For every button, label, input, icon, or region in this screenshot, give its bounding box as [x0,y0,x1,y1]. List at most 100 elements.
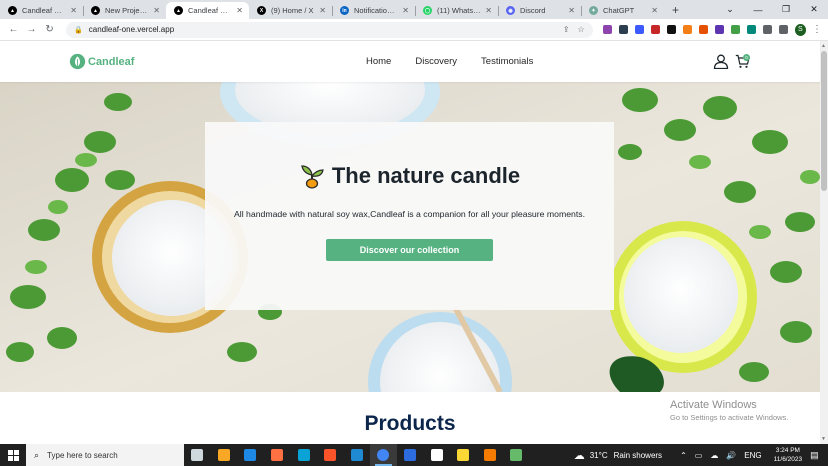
reload-icon[interactable]: ↻ [42,24,57,35]
weather-rain-icon: ☁ [573,449,585,462]
taskbar-app-icon[interactable] [237,444,264,466]
page-scrollbar[interactable]: ▲ ▼ [820,41,828,444]
forward-icon[interactable]: → [24,24,39,35]
browser-tab[interactable]: ▲ Candleaf E-Commerce ✕ [0,2,83,19]
main-nav: Home Discovery Testimonials [366,56,557,67]
hero-card: The nature candle All handmade with natu… [205,122,614,310]
tray-icon[interactable]: 🔊 [726,451,736,460]
windows-taskbar: ⌕ Type here to search ☁ 31°C Rain shower… [0,444,828,466]
extension-icon[interactable] [602,25,612,34]
taskbar-app-icon[interactable] [344,444,371,466]
weather-widget[interactable]: ☁ 31°C Rain showers [574,449,662,462]
app-glyph-icon [191,449,204,461]
windows-start-button[interactable] [0,444,26,466]
candleaf-logo-icon [69,53,86,70]
window-controls: ⌄ — ❐ ✕ [716,0,828,19]
url-text[interactable]: candleaf-one.vercel.app [89,25,555,34]
browser-tab[interactable]: X (9) Home / X ✕ [249,2,332,19]
maximize-button[interactable]: ❐ [772,0,800,19]
extension-icon[interactable] [666,25,676,34]
app-glyph-icon [297,449,310,461]
tray-icon[interactable]: ▭ [695,451,703,460]
share-icon[interactable]: ⇪ [563,25,570,34]
nav-discovery[interactable]: Discovery [415,56,457,67]
taskbar-app-icon[interactable] [290,444,317,466]
extension-icon[interactable] [730,25,740,34]
browser-tab[interactable]: ▲ Candleaf E-Commerce ✕ [166,2,249,19]
tab-close-icon[interactable]: ✕ [402,6,409,15]
taskbar-app-icon[interactable] [450,444,477,466]
clock-date: 11/6/2023 [773,456,803,463]
scrollbar-thumb[interactable] [821,51,827,191]
taskbar-app-icon[interactable] [317,444,344,466]
taskbar-app-icon[interactable] [397,444,424,466]
browser-tab[interactable]: ◉ Discord ✕ [498,2,581,19]
extension-icon[interactable] [746,25,756,34]
tab-close-icon[interactable]: ✕ [568,6,575,15]
app-glyph-icon [377,449,390,461]
taskbar-app-icon[interactable] [184,444,211,466]
user-icon[interactable] [713,54,729,69]
bookmark-star-icon[interactable]: ☆ [578,25,585,34]
tab-close-icon[interactable]: ✕ [153,6,160,15]
site-header: Candleaf Home Discovery Testimonials 0 [0,41,820,82]
back-icon[interactable]: ← [6,24,21,35]
extension-icon[interactable] [714,25,724,34]
browser-tab[interactable]: ◯ (11) WhatsApp ✕ [415,2,498,19]
taskbar-app-icon[interactable] [370,444,397,466]
extension-icon[interactable] [778,25,788,34]
close-window-button[interactable]: ✕ [800,0,828,19]
extension-icon[interactable] [762,25,772,34]
minimize-button[interactable]: — [744,0,772,19]
nav-home[interactable]: Home [366,56,391,67]
tab-title: ChatGPT [603,6,635,15]
address-bar[interactable]: 🔒 candleaf-one.vercel.app ⇪ ☆ [66,21,593,38]
tray-icon[interactable]: ⌃ [680,451,687,460]
tab-favicon-icon: ▲ [8,6,17,15]
scroll-up-icon[interactable]: ▲ [821,43,826,49]
extension-icon[interactable] [682,25,692,34]
cart-count-badge: 0 [743,54,750,61]
extension-icon[interactable] [698,25,708,34]
app-glyph-icon [483,449,496,461]
taskbar-app-icon[interactable] [477,444,504,466]
search-icon: ⌕ [34,449,40,460]
extension-icon[interactable] [618,25,628,34]
sprout-icon [301,165,324,189]
profile-avatar[interactable]: S [794,23,806,36]
taskbar-search[interactable]: ⌕ Type here to search [26,444,184,466]
taskbar-clock[interactable]: 3:24 PM 11/6/2023 [774,446,802,464]
extension-icon[interactable] [650,25,660,34]
nav-testimonials[interactable]: Testimonials [481,56,533,67]
weather-temp: 31°C [589,450,608,460]
taskbar-app-icon[interactable] [264,444,291,466]
scroll-down-icon[interactable]: ▼ [821,436,826,442]
taskbar-app-icon[interactable] [211,444,238,466]
new-tab-button[interactable]: + [664,3,687,19]
activate-windows-title: Activate Windows [670,399,757,411]
app-glyph-icon [271,449,284,461]
tab-close-icon[interactable]: ✕ [70,6,77,15]
discover-collection-button[interactable]: Discover our collection [326,239,493,261]
lock-icon[interactable]: 🔒 [74,26,83,34]
browser-tab[interactable]: ✦ ChatGPT ✕ [581,2,664,19]
tab-title: Discord [520,6,546,15]
app-glyph-icon [510,449,523,461]
tab-close-icon[interactable]: ✕ [236,6,243,15]
menu-kebab-icon[interactable]: ⋮ [812,24,822,35]
tray-icon[interactable]: ENG [744,451,761,460]
notification-icon[interactable]: ▤ [810,450,819,461]
tray-icon[interactable]: ☁ [710,451,718,460]
taskbar-app-icon[interactable] [423,444,450,466]
browser-tab[interactable]: in Notifications | LinkedIn ✕ [332,2,415,19]
brand-logo[interactable]: Candleaf [69,53,134,70]
tab-search-button[interactable]: ⌄ [716,0,744,19]
app-glyph-icon [324,449,337,461]
hero-heading: The nature candle [299,163,520,189]
tab-close-icon[interactable]: ✕ [485,6,492,15]
tab-close-icon[interactable]: ✕ [651,6,658,15]
tab-close-icon[interactable]: ✕ [319,6,326,15]
taskbar-app-icon[interactable] [503,444,530,466]
extension-icon[interactable] [634,25,644,34]
browser-tab[interactable]: ▲ New Project – Vercel ✕ [83,2,166,19]
